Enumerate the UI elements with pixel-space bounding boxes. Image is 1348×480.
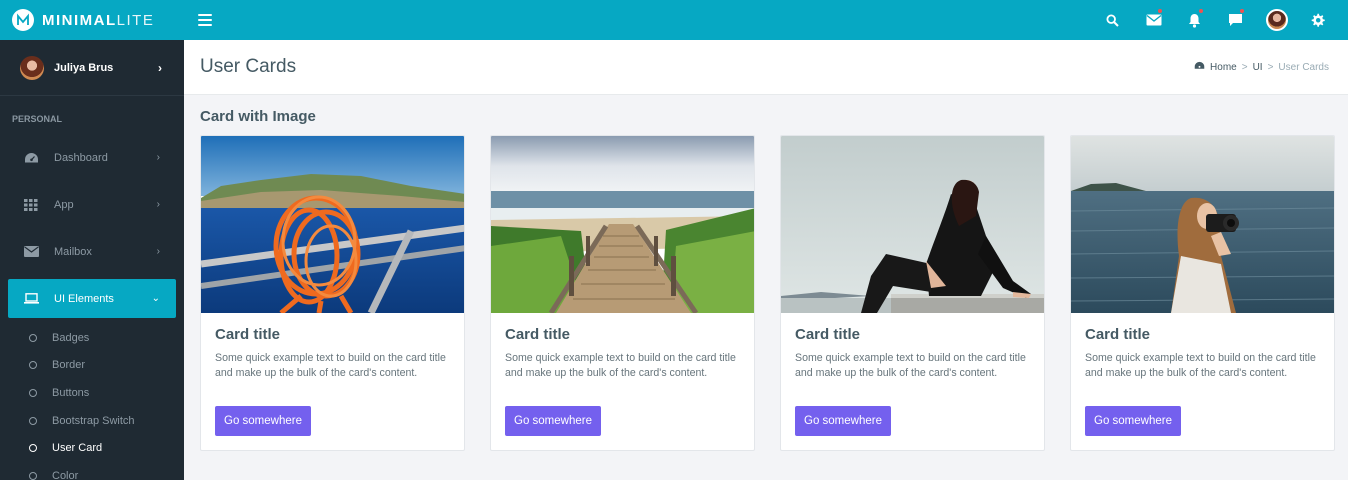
- sidebar-subitem-label: User Card: [52, 442, 103, 455]
- card-text: Some quick example text to build on the …: [215, 352, 446, 379]
- sidebar: Juliya Brus › PERSONAL Dashboard › App ›…: [0, 40, 184, 480]
- breadcrumb-home-link[interactable]: Home: [1210, 62, 1237, 73]
- bell-icon[interactable]: [1174, 0, 1215, 40]
- chevron-right-icon: ›: [158, 60, 162, 75]
- sidebar-subitem-color[interactable]: Color: [0, 462, 184, 480]
- sidebar-subitem-label: Badges: [52, 331, 90, 344]
- go-somewhere-button[interactable]: Go somewhere: [795, 406, 891, 436]
- mail-icon[interactable]: [1133, 0, 1174, 40]
- bell-notification-dot: [1199, 9, 1203, 13]
- sidebar-item-label: UI Elements: [54, 292, 114, 305]
- card-title: Card title: [505, 326, 571, 343]
- page-title: User Cards: [200, 56, 297, 77]
- dashboard-icon: [1194, 61, 1205, 73]
- chevron-down-icon: ⌄: [151, 293, 160, 304]
- brand-logo-icon: [12, 9, 34, 31]
- card-title: Card title: [215, 326, 281, 343]
- grid-icon: [23, 198, 39, 212]
- sidebar-item-dashboard[interactable]: Dashboard ›: [0, 134, 184, 181]
- chevron-right-icon: ›: [156, 246, 160, 257]
- sidebar-item-label: Dashboard: [54, 151, 108, 164]
- card-text: Some quick example text to build on the …: [1085, 352, 1316, 379]
- dashboard-icon: [23, 151, 39, 165]
- brand-name-bold: MINIMAL: [42, 11, 117, 29]
- card-image: [781, 136, 1044, 313]
- sidebar-subitem-border[interactable]: Border: [0, 352, 184, 380]
- user-card: Card title Some quick example text to bu…: [490, 135, 755, 451]
- sidebar-item-label: App: [54, 198, 74, 211]
- brand[interactable]: MINIMALLITE: [0, 0, 184, 40]
- sidebar-subitem-label: Color: [52, 469, 79, 480]
- brand-name: MINIMALLITE: [42, 12, 154, 29]
- breadcrumb-current: User Cards: [1278, 61, 1329, 73]
- card-grid: Card title Some quick example text to bu…: [200, 135, 1335, 451]
- sidebar-item-label: Mailbox: [54, 245, 92, 258]
- card-title: Card title: [1085, 326, 1151, 343]
- envelope-icon: [23, 245, 39, 259]
- sidebar-section-label: PERSONAL: [12, 114, 63, 124]
- user-card: Card title Some quick example text to bu…: [1070, 135, 1335, 451]
- search-icon[interactable]: [1092, 0, 1133, 40]
- gear-icon[interactable]: [1297, 0, 1338, 40]
- circle-icon: [29, 361, 37, 370]
- user-avatar-button[interactable]: [1256, 0, 1297, 40]
- circle-icon: [29, 444, 37, 453]
- circle-icon: [29, 416, 37, 425]
- card-title: Card title: [795, 326, 861, 343]
- brand-name-light: LITE: [116, 11, 155, 29]
- circle-icon: [29, 471, 37, 480]
- sidebar-subitem-user-card[interactable]: User Card: [0, 434, 184, 462]
- sidebar-subitem-badges[interactable]: Badges: [0, 324, 184, 352]
- breadcrumb: Home > UI > User Cards: [1194, 61, 1329, 73]
- laptop-icon: [23, 292, 39, 306]
- go-somewhere-button[interactable]: Go somewhere: [1085, 406, 1181, 436]
- card-image: [201, 136, 464, 313]
- sidebar-subitem-label: Buttons: [52, 386, 90, 399]
- breadcrumb-ui-link[interactable]: UI: [1253, 62, 1263, 73]
- card-image: [1071, 136, 1334, 313]
- sidebar-user-panel[interactable]: Juliya Brus ›: [0, 40, 184, 96]
- top-navbar: MINIMALLITE: [0, 0, 1348, 40]
- card-image: [491, 136, 754, 313]
- sidebar-item-ui-elements[interactable]: UI Elements ⌄: [8, 279, 176, 318]
- avatar: [20, 55, 44, 80]
- sidebar-subitem-buttons[interactable]: Buttons: [0, 379, 184, 407]
- breadcrumb-separator: >: [1241, 61, 1248, 73]
- breadcrumb-separator: >: [1267, 61, 1274, 73]
- user-card: Card title Some quick example text to bu…: [780, 135, 1045, 451]
- page-header: User Cards Home > UI > User Cards: [184, 40, 1348, 95]
- avatar: [1265, 9, 1288, 31]
- chevron-right-icon: ›: [156, 152, 160, 163]
- sidebar-subitem-label: Border: [52, 359, 86, 372]
- circle-icon: [29, 388, 37, 397]
- section-title: Card with Image: [200, 108, 316, 125]
- sidebar-item-mailbox[interactable]: Mailbox ›: [0, 228, 184, 275]
- user-card: Card title Some quick example text to bu…: [200, 135, 465, 451]
- card-text: Some quick example text to build on the …: [795, 352, 1026, 379]
- sidebar-user-name: Juliya Brus: [54, 61, 114, 74]
- card-text: Some quick example text to build on the …: [505, 352, 736, 379]
- sidebar-subitem-label: Bootstrap Switch: [52, 414, 135, 427]
- go-somewhere-button[interactable]: Go somewhere: [505, 406, 601, 436]
- mail-notification-dot: [1158, 9, 1162, 13]
- menu-toggle-icon[interactable]: [198, 14, 212, 26]
- go-somewhere-button[interactable]: Go somewhere: [215, 406, 311, 436]
- circle-icon: [29, 333, 37, 342]
- sidebar-item-app[interactable]: App ›: [0, 181, 184, 228]
- sidebar-subitem-bootstrap-switch[interactable]: Bootstrap Switch: [0, 407, 184, 435]
- chevron-right-icon: ›: [156, 199, 160, 210]
- chat-notification-dot: [1240, 9, 1244, 13]
- chat-icon[interactable]: [1215, 0, 1256, 40]
